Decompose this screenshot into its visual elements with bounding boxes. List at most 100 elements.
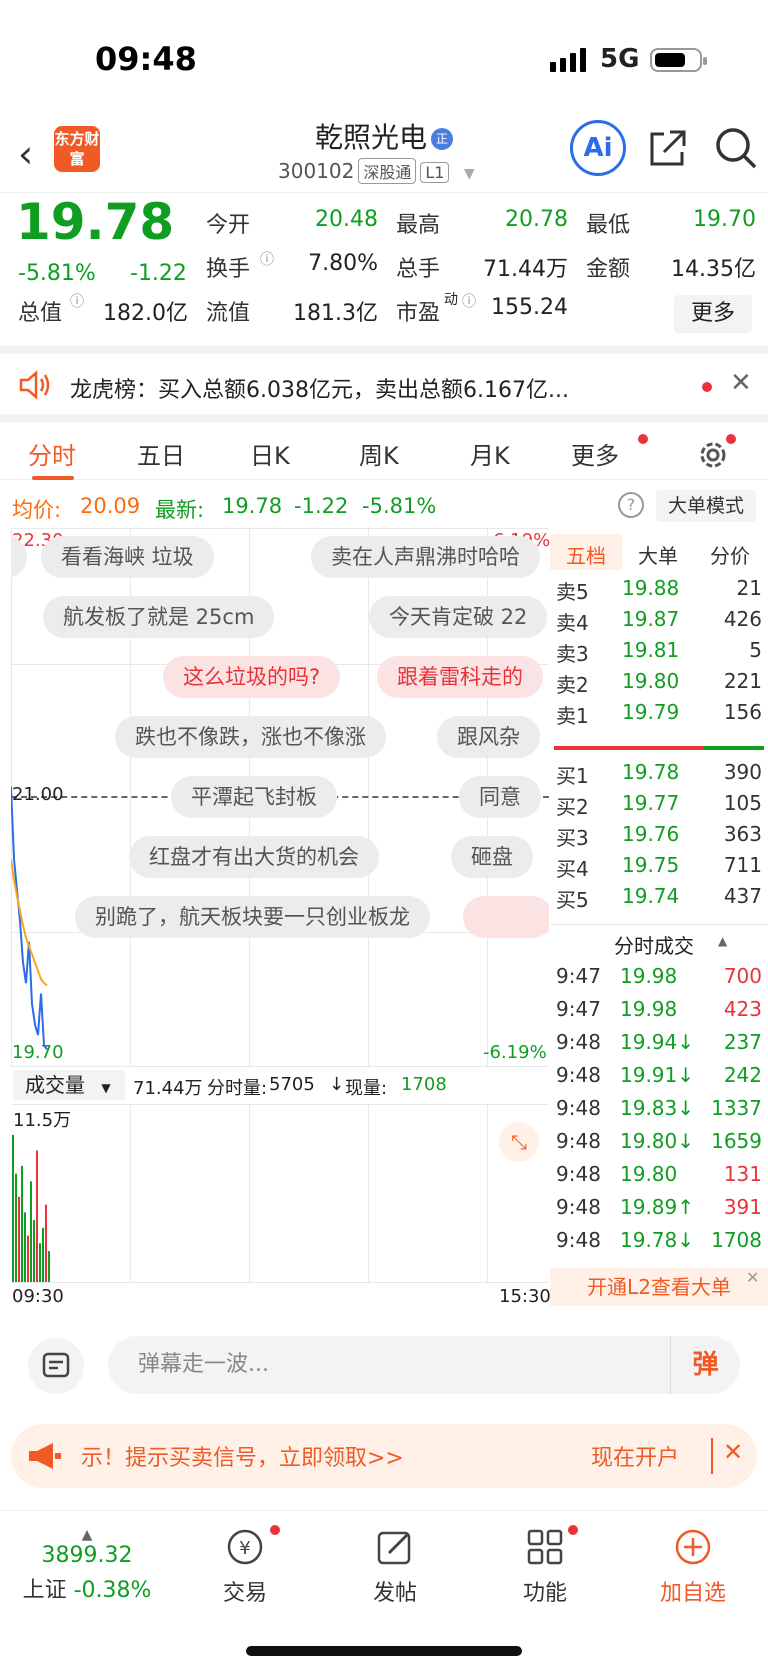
tab-five-level[interactable]: 五档 [566,540,606,569]
search-icon[interactable] [714,126,758,170]
name-tag-icon: 正 [431,128,453,150]
ask-row[interactable]: 卖3 19.81 5 [556,638,764,670]
nav-trade[interactable]: ¥ 交易 [180,1527,310,1607]
ask-vol: 21 [736,576,762,600]
bid-row[interactable]: 买2 19.77 105 [556,791,764,823]
volume-bar [27,1235,29,1282]
volume-info-bar: 成交量 ▼ 71.44万 分时量: 5705 ↓ 现量: 1708 [11,1068,549,1104]
ai-button[interactable]: Ai [570,120,626,176]
trade-row: 9:48 19.80↓ 1659 [556,1129,766,1163]
yuan-icon: ¥ [227,1529,263,1565]
chart-info-bar: 均价: 20.09 最新: 19.78 -1.22 -5.81% ? 大单模式 [0,488,768,528]
bid-row[interactable]: 买5 19.74 437 [556,884,764,916]
danmu-bubble[interactable]: 跟着雷科走的 [377,656,543,698]
volume-bar [30,1181,32,1282]
share-icon[interactable] [648,128,688,168]
close-icon[interactable]: ✕ [723,1438,743,1466]
promo-banner[interactable]: 示！提示买卖信号，立即领取>> 现在开户 ✕ [11,1424,757,1488]
volume-bar [15,1173,17,1282]
danmu-bubble[interactable]: 这么垃圾的吗? [163,656,341,698]
nav-post[interactable]: 发帖 [330,1527,460,1607]
danmu-bubble[interactable]: 航发板了就是 25cm [43,596,275,638]
bid-row[interactable]: 买3 19.76 363 [556,822,764,854]
ask-row[interactable]: 卖1 19.79 156 [556,700,764,732]
help-icon[interactable]: ? [618,492,644,518]
indicator-label: 成交量 [25,1073,85,1097]
info-icon[interactable]: ⓘ [70,291,84,311]
danmu-bubble[interactable]: 红盘才有出大货的机会 [129,836,379,878]
tab-five-day[interactable]: 五日 [137,436,185,471]
danmu-bubble[interactable]: 别跪了，航天板块要一只创业板龙 [75,896,430,938]
danmu-input[interactable]: 弹幕走一波... 弹 [108,1336,740,1394]
avatar[interactable] [463,896,549,938]
big-order-mode-button[interactable]: 大单模式 [656,490,756,522]
ask-vol: 5 [749,638,762,662]
danmu-bubble[interactable]: 平潭起飞封板 [171,776,337,818]
danmu-bubble[interactable]: 跟风杂 [437,716,540,758]
danmu-bubble[interactable]: 卖在人声鼎沸时哈哈 [311,536,540,578]
ask-vol: 426 [723,607,762,631]
nav-add-watchlist[interactable]: 加自选 [628,1527,758,1607]
danmu-bubble[interactable]: 今天肯定破 22 [369,596,548,638]
nav-function[interactable]: 功能 [480,1527,610,1607]
stock-code-row[interactable]: 300102 深股通 L1 ▼ [278,158,475,184]
open-account-link[interactable]: 现在开户 [591,1440,679,1472]
info-icon[interactable]: ⓘ [462,291,476,311]
ask-vol: 221 [723,669,762,693]
more-button[interactable]: 更多 [674,295,752,333]
trade-volume: 242 [723,1063,762,1087]
danmu-bubble[interactable]: 同意 [459,776,541,818]
trade-volume: 700 [723,964,762,988]
chevron-down-icon: ▼ [463,166,475,182]
ask-row[interactable]: 卖4 19.87 426 [556,607,764,639]
volume-chart[interactable]: 11.5万 ⤡ 09:30 15:30 [11,1104,551,1307]
gear-icon[interactable] [696,438,730,472]
latest-value: 19.78 [222,494,283,518]
trade-price: 19.89↑ [620,1195,695,1219]
tab-big-order[interactable]: 大单 [638,540,678,569]
bid-row[interactable]: 买4 19.75 711 [556,853,764,885]
volume-bar [36,1150,38,1282]
volume-bar [45,1204,47,1282]
tab-daily-k[interactable]: 日K [250,436,290,471]
notice-bar[interactable]: 龙虎榜：买入总额6.038亿元，卖出总额6.167亿... ✕ [0,346,768,414]
bid-row[interactable]: 买1 19.78 390 [556,760,764,792]
l2-upgrade-button[interactable]: 开通L2查看大单 [550,1268,768,1306]
danmu-setting-icon[interactable] [28,1338,84,1394]
tab-more[interactable]: 更多 [571,436,619,471]
close-icon[interactable]: ✕ [746,1268,759,1287]
trade-volume: 131 [723,1162,762,1186]
danmu-bubble[interactable] [11,536,27,578]
index-value: 3899.32 [41,1543,133,1568]
ask-price: 19.80 [622,669,680,693]
avg-label: 均价: [12,498,62,522]
indicator-select[interactable]: 成交量 ▼ [13,1070,125,1100]
trade-time: 9:47 [556,964,601,988]
ask-row[interactable]: 卖5 19.88 21 [556,576,764,608]
volume-plot [12,1134,50,1282]
low-value: 19.70 [693,207,756,232]
tab-intraday[interactable]: 分时 [28,436,76,471]
volume-total: 71.44万 [133,1078,203,1099]
danmu-bubble[interactable]: 看看海峡 垃圾 [41,536,214,578]
tab-weekly-k[interactable]: 周K [359,436,399,471]
float-value: 181.3亿 [293,301,378,326]
trade-time: 9:48 [556,1162,601,1186]
tab-monthly-k[interactable]: 月K [470,436,510,471]
trade-price: 19.83↓ [620,1096,695,1120]
danmu-bubble[interactable]: 砸盘 [451,836,533,878]
intraday-chart[interactable]: 22.30 6.19% 21.00 19.70 -6.19% 看看海峡 垃圾卖在… [11,528,550,1068]
send-danmu-button[interactable]: 弹 [670,1336,740,1394]
ask-label: 卖1 [556,704,589,728]
close-icon[interactable]: ✕ [730,368,752,398]
cur-vol-value: 1708 [401,1074,447,1095]
tab-price-dist[interactable]: 分价 [710,540,750,569]
bid-vol: 363 [723,822,762,846]
open-label: 今开 [206,213,251,238]
info-icon[interactable]: ⓘ [260,249,274,269]
nav-index[interactable]: ▲ 3899.32 上证 -0.38% [22,1527,152,1604]
ask-row[interactable]: 卖2 19.80 221 [556,669,764,701]
danmu-bubble[interactable]: 跌也不像跌，涨也不像涨 [115,716,386,758]
expand-icon[interactable]: ⤡ [499,1122,539,1162]
market-tag: 深股通 [358,158,417,184]
